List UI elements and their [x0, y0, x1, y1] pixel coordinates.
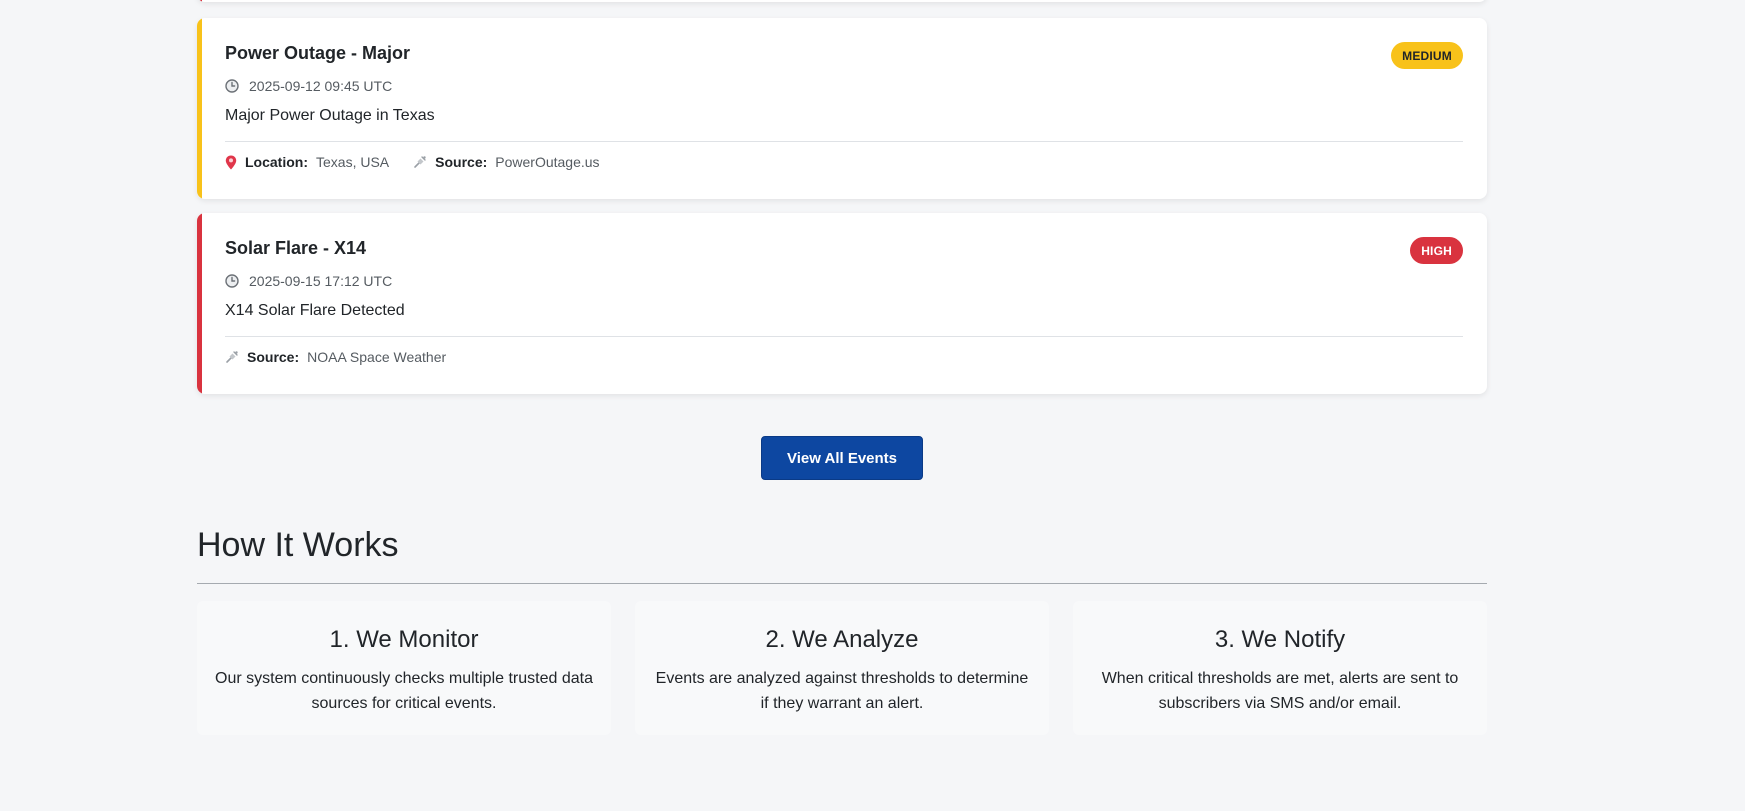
source-label: Source: — [247, 349, 300, 365]
event-card[interactable]: Solar Flare - X14 HIGH 2025-09-15 17:12 … — [197, 213, 1487, 394]
step-title: 3. We Notify — [1214, 626, 1346, 653]
event-card-partial — [197, 0, 1487, 2]
event-description: Major Power Outage in Texas — [225, 107, 435, 124]
step-text: When critical thresholds are met, alerts… — [1101, 670, 1459, 712]
location-value: Texas, USA — [316, 154, 390, 170]
event-title: Solar Flare - X14 — [225, 238, 367, 258]
step-card-monitor: 1. We Monitor Our system continuously ch… — [197, 601, 611, 735]
card-divider — [225, 336, 1463, 337]
event-meta: Source: NOAA Space Weather — [225, 349, 446, 365]
satellite-icon — [226, 351, 238, 363]
event-meta: Location: Texas, USA Source: PowerOutage… — [225, 154, 600, 170]
step-title: 1. We Monitor — [329, 626, 479, 653]
card-divider — [225, 141, 1463, 142]
section-divider — [197, 583, 1487, 584]
event-time-text: 2025-09-12 09:45 UTC — [249, 78, 393, 94]
event-time: 2025-09-12 09:45 UTC — [225, 78, 392, 94]
event-card[interactable]: Power Outage - Major MEDIUM 2025-09-12 0… — [197, 18, 1487, 199]
event-description: X14 Solar Flare Detected — [225, 302, 405, 319]
step-text: Our system continuously checks multiple … — [215, 670, 593, 712]
map-pin-icon — [225, 155, 237, 169]
event-location: Location: Texas, USA — [225, 154, 389, 170]
source-label: Source: — [435, 154, 488, 170]
step-text: Events are analyzed against thresholds t… — [655, 670, 1029, 712]
event-source: Source: NOAA Space Weather — [225, 349, 446, 365]
source-value: NOAA Space Weather — [307, 349, 447, 365]
view-all-events-button[interactable]: View All Events — [761, 436, 923, 480]
event-title: Power Outage - Major — [225, 43, 411, 63]
event-time: 2025-09-15 17:12 UTC — [225, 273, 392, 289]
step-title: 2. We Analyze — [765, 626, 919, 653]
step-card-analyze: 2. We Analyze Events are analyzed agains… — [635, 601, 1049, 735]
event-time-text: 2025-09-15 17:12 UTC — [249, 273, 393, 289]
location-label: Location: — [245, 154, 308, 170]
severity-badge: MEDIUM — [1391, 42, 1463, 69]
step-card-notify: 3. We Notify When critical thresholds ar… — [1073, 601, 1487, 735]
clock-icon — [225, 274, 239, 288]
how-it-works-title: How It Works — [197, 526, 399, 564]
source-value: PowerOutage.us — [495, 154, 600, 170]
event-source: Source: PowerOutage.us — [413, 154, 600, 170]
severity-badge: HIGH — [1410, 237, 1463, 264]
satellite-icon — [414, 156, 426, 168]
clock-icon — [225, 79, 239, 93]
